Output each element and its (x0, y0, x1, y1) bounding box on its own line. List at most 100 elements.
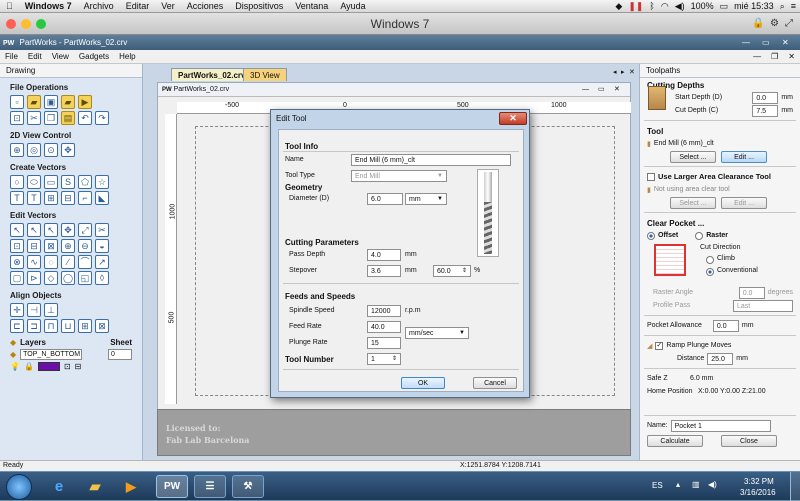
wifi-icon[interactable]: ◠ (661, 1, 669, 12)
tool-select-button[interactable]: Select ... (670, 150, 716, 163)
line-icon[interactable]: ∕ (61, 255, 75, 269)
corner-icon[interactable]: ◱ (78, 271, 92, 285)
offset-icon[interactable]: ⊟ (61, 191, 75, 205)
lock-icon[interactable]: 🔒 (752, 13, 764, 35)
layer-props-icon[interactable]: ⊡ (64, 362, 71, 371)
list-taskbar-icon[interactable]: ☰ (194, 475, 226, 498)
show-desktop-button[interactable] (790, 472, 800, 501)
scale-icon[interactable]: ⤢ (78, 223, 92, 237)
align-top-icon[interactable]: ⊓ (44, 319, 58, 333)
close-button[interactable]: ✕ (782, 35, 789, 50)
transform-icon[interactable]: ↖ (44, 223, 58, 237)
mdi-minimize-button[interactable]: — (748, 52, 766, 61)
profile-pass-select[interactable]: Last (733, 299, 793, 312)
tab-nav-left-icon[interactable]: ◂ (613, 68, 617, 76)
ie-taskbar-icon[interactable]: e (44, 475, 74, 498)
array-icon[interactable]: ▢ (10, 271, 24, 285)
arc-icon[interactable]: ⌒ (78, 255, 92, 269)
mac-menu-ventana[interactable]: Ventana (289, 1, 334, 11)
raster-angle-input[interactable]: 0.0 (738, 286, 765, 299)
join-icon[interactable]: ⊠ (44, 239, 58, 253)
plunge-rate-input[interactable]: 15 (367, 337, 401, 349)
weld-icon[interactable]: ⊕ (61, 239, 75, 253)
lock-layer-icon[interactable]: 🔒 (24, 362, 34, 371)
layer-manager-icon[interactable]: ⊟ (75, 362, 82, 371)
gear-icon[interactable]: ⚙ (770, 13, 779, 35)
close-panel-button[interactable]: Close (721, 434, 777, 447)
zoom-selected-icon[interactable]: ⊙ (44, 143, 58, 157)
align-right-icon[interactable]: ⊐ (27, 319, 41, 333)
sheet-select[interactable]: 0 (108, 349, 132, 360)
mirror-icon[interactable]: ✂ (95, 223, 109, 237)
paste-icon[interactable]: ▤ (61, 111, 75, 125)
curve-fit-icon[interactable]: ∿ (27, 255, 41, 269)
copy-icon[interactable]: ❐ (44, 111, 58, 125)
bluetooth-icon[interactable]: ᛒ (649, 1, 654, 11)
star-icon[interactable]: ☆ (95, 175, 109, 189)
volume-icon[interactable]: ◀) (675, 1, 685, 12)
menu-view[interactable]: View (47, 52, 74, 61)
area-select-button[interactable]: Select ... (670, 196, 716, 209)
zoom-box-icon[interactable]: ⊕ (10, 143, 24, 157)
pan-icon[interactable]: ✥ (61, 143, 75, 157)
doc-maximize[interactable]: ▭ (598, 83, 605, 97)
spindle-speed-input[interactable]: 12000 (367, 305, 401, 317)
subtract-icon[interactable]: ◒ (95, 239, 109, 253)
menu-file[interactable]: File (0, 52, 23, 61)
rectangle-icon[interactable]: ▭ (44, 175, 58, 189)
ramp-distance-input[interactable]: 25.0 (707, 352, 734, 365)
import-icon[interactable]: ▶ (78, 95, 92, 109)
tab-close-icon[interactable]: ✕ (629, 68, 635, 76)
mac-menu-archivo[interactable]: Archivo (78, 1, 120, 11)
layer-color-swatch[interactable] (37, 362, 60, 371)
mac-menu-acciones[interactable]: Acciones (181, 1, 230, 11)
close-vector-icon[interactable]: ◊ (95, 271, 109, 285)
nest-icon[interactable]: ⊳ (27, 271, 41, 285)
toolpath-name-input[interactable]: Pocket 1 (670, 419, 771, 432)
node-edit-icon[interactable]: ↖ (27, 223, 41, 237)
partworks-taskbar-icon[interactable]: PW (156, 475, 188, 498)
ungroup-icon[interactable]: ⊟ (27, 239, 41, 253)
tab-document[interactable]: PartWorks_02.crv (171, 68, 253, 81)
polygon-icon[interactable]: ⬠ (78, 175, 92, 189)
mac-app-menu[interactable]: Windows 7 (19, 1, 78, 11)
media-player-taskbar-icon[interactable]: ▶ (116, 475, 146, 498)
open-folder-icon[interactable]: ▰ (27, 95, 41, 109)
select-icon[interactable]: ↖ (10, 223, 24, 237)
language-indicator[interactable]: ES (652, 481, 663, 490)
apple-menu[interactable]:  (0, 1, 19, 11)
ok-button[interactable]: OK (401, 377, 445, 389)
cancel-button[interactable]: Cancel (473, 377, 517, 389)
maximize-button[interactable]: ▭ (762, 35, 770, 50)
save-as-icon[interactable]: ▰ (61, 95, 75, 109)
battery-icon[interactable]: ▭ (720, 1, 729, 12)
space-icon[interactable]: ⊠ (95, 319, 109, 333)
pocket-allowance-input[interactable]: 0.0 (712, 319, 739, 332)
mac-menu-ver[interactable]: Ver (155, 1, 181, 11)
zoom-all-icon[interactable]: ◎ (27, 143, 41, 157)
feed-rate-input[interactable]: 40.0 (367, 321, 401, 333)
tab-icon[interactable]: ◇ (44, 271, 58, 285)
dimension-icon[interactable]: ⊞ (44, 191, 58, 205)
offset-radio[interactable] (647, 231, 655, 240)
align-left-icon[interactable]: ⊏ (10, 319, 24, 333)
tool-type-select[interactable]: End Mill ▼ (351, 170, 447, 182)
minimize-button[interactable]: — (742, 35, 750, 50)
tool-number-spinner[interactable]: 1 ⇕ (367, 353, 401, 365)
search-icon[interactable]: ⌕ (780, 1, 785, 12)
explorer-taskbar-icon[interactable]: ▰ (80, 475, 110, 498)
menu-help[interactable]: Help (114, 52, 140, 61)
pass-depth-input[interactable]: 4.0 (367, 249, 401, 261)
tray-arrow-icon[interactable]: ▴ (676, 480, 680, 489)
start-depth-input[interactable]: 0.0 (752, 91, 779, 104)
light-bulb-icon[interactable]: 💡 (10, 362, 20, 371)
tool-name-input[interactable]: End Mill (6 mm)_clt (351, 154, 511, 166)
polyline-icon[interactable]: S (61, 175, 75, 189)
cut-depth-input[interactable]: 7.5 (752, 104, 779, 117)
save-icon[interactable]: ▣ (44, 95, 58, 109)
cut-icon[interactable]: ✂ (27, 111, 41, 125)
trim-icon[interactable]: ⊖ (78, 239, 92, 253)
network-icon[interactable]: ▥ (692, 480, 700, 489)
climb-radio[interactable] (706, 256, 714, 264)
move-icon[interactable]: ✥ (61, 223, 75, 237)
